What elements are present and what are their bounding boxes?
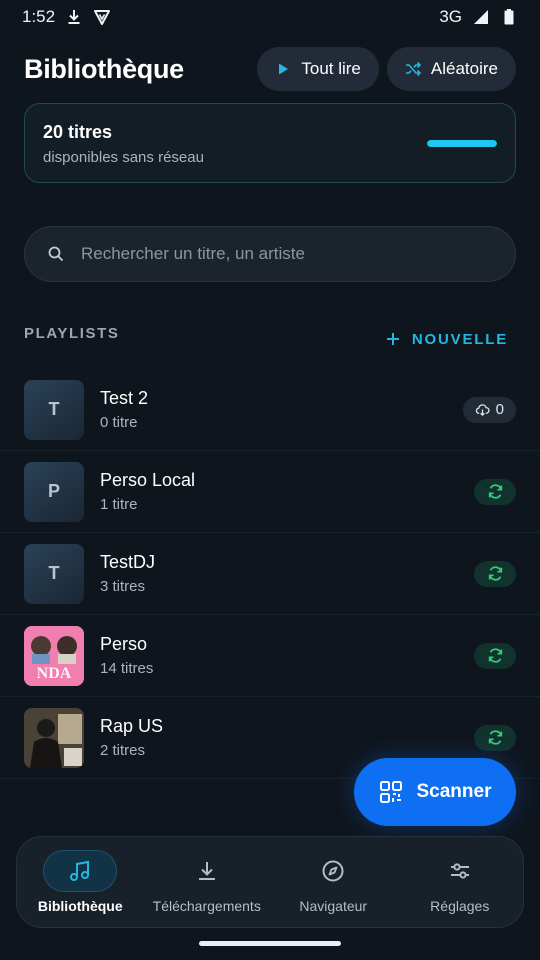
status-bar: 1:52 3G — [0, 0, 540, 34]
photo-artwork-image — [24, 707, 84, 768]
sync-icon — [488, 566, 502, 581]
search-icon — [48, 246, 64, 262]
nav-item-telechargements[interactable]: Téléchargements — [144, 837, 271, 927]
nav-item-reglages[interactable]: Réglages — [397, 837, 524, 927]
scanner-button[interactable]: Scanner — [354, 758, 516, 826]
nav-label: Réglages — [430, 898, 490, 914]
play-all-button[interactable]: Tout lire — [257, 47, 379, 91]
download-icon — [198, 862, 215, 880]
playlist-count: 2 titres — [100, 742, 146, 759]
offline-subtitle: disponibles sans réseau — [43, 149, 204, 166]
nav-icon-wrap — [423, 850, 497, 892]
cloud-download-icon — [475, 404, 490, 417]
header-actions: Tout lire Aléatoire — [257, 47, 516, 91]
playlist-row[interactable]: P Perso Local 1 titre — [0, 451, 540, 533]
playlist-cover: T — [24, 379, 84, 440]
nav-icon-wrap — [170, 850, 244, 892]
sync-icon — [488, 648, 502, 663]
svg-text:NDA: NDA — [37, 665, 72, 682]
playlist-row[interactable]: T Test 2 0 titre 0 — [0, 369, 540, 451]
sliders-icon — [450, 863, 469, 879]
playlists-section-title: PLAYLISTS — [24, 324, 120, 342]
playlist-cover: P — [24, 461, 84, 522]
download-status-icon — [68, 10, 80, 24]
playlist-initial: T — [48, 563, 60, 583]
playlist-name: Rap US — [100, 716, 164, 736]
play-all-label: Tout lire — [301, 59, 361, 78]
status-left: 1:52 — [22, 7, 111, 27]
playlist-initial: T — [48, 399, 60, 419]
playlist-list: T Test 2 0 titre 0 P Perso Local 1 titre — [0, 369, 540, 779]
plus-icon — [386, 333, 399, 345]
playlists-section-header: PLAYLISTS NOUVELLE — [24, 318, 508, 348]
playlist-cover-artwork: NDA — [24, 625, 84, 686]
status-right: 3G — [439, 7, 518, 27]
playlist-cover-artwork — [24, 707, 84, 768]
search-box[interactable] — [24, 226, 516, 282]
new-playlist-label: NOUVELLE — [411, 330, 508, 348]
album-artwork-image: NDA — [24, 625, 84, 686]
bottom-navigation: Bibliothèque Téléchargements Navigateur — [16, 836, 524, 928]
search-input[interactable] — [81, 244, 493, 264]
nav-label: Bibliothèque — [37, 898, 123, 914]
playlist-row[interactable]: NDA Perso 14 titres — [0, 615, 540, 697]
scanner-label: Scanner — [416, 781, 492, 802]
playlist-text: Perso 14 titres — [100, 634, 474, 677]
shuffle-icon — [405, 61, 421, 77]
playlist-text: TestDJ 3 titres — [100, 552, 474, 595]
status-time: 1:52 — [22, 7, 56, 26]
qr-scan-icon — [379, 781, 402, 803]
page-title: Bibliothèque — [24, 53, 184, 84]
offline-progress-fill — [427, 140, 497, 147]
network-type: 3G — [439, 7, 462, 26]
playlist-name: Perso Local — [100, 470, 196, 490]
home-indicator[interactable] — [199, 941, 341, 946]
nav-item-navigateur[interactable]: Navigateur — [270, 837, 397, 927]
playlist-count: 1 titre — [100, 496, 138, 513]
playlist-text: Perso Local 1 titre — [100, 470, 474, 513]
playlist-cover: T — [24, 543, 84, 604]
playlist-text: Test 2 0 titre — [100, 388, 463, 431]
nav-icon-wrap — [43, 850, 118, 892]
nav-item-bibliotheque[interactable]: Bibliothèque — [17, 837, 144, 927]
sync-icon — [488, 484, 502, 499]
playlist-row[interactable]: T TestDJ 3 titres — [0, 533, 540, 615]
playlist-count: 14 titres — [100, 660, 154, 677]
playlist-name: TestDJ — [100, 552, 156, 572]
music-note-icon — [70, 860, 90, 881]
download-badge-count: 0 — [495, 401, 504, 418]
offline-summary-card[interactable]: 20 titres disponibles sans réseau — [24, 103, 516, 183]
sync-badge[interactable] — [474, 642, 516, 669]
nav-label: Téléchargements — [152, 898, 261, 914]
nav-icon-wrap — [296, 850, 370, 892]
nav-label: Navigateur — [299, 898, 368, 914]
compass-icon — [322, 860, 344, 882]
offline-progress-bar — [427, 140, 497, 147]
playlist-count: 0 titre — [100, 414, 138, 431]
download-badge[interactable]: 0 — [462, 396, 516, 423]
sync-badge[interactable] — [474, 478, 516, 505]
vpn-shield-icon — [94, 10, 111, 25]
play-icon — [279, 63, 289, 75]
sync-badge[interactable] — [474, 724, 516, 751]
playlist-count: 3 titres — [100, 578, 146, 595]
header: Bibliothèque Tout lire Aléatoire — [24, 46, 516, 92]
playlist-text: Rap US 2 titres — [100, 716, 474, 759]
sync-badge[interactable] — [474, 560, 516, 587]
shuffle-button[interactable]: Aléatoire — [386, 47, 516, 91]
sync-icon — [488, 730, 502, 745]
playlist-name: Test 2 — [100, 388, 149, 408]
playlist-initial: P — [47, 481, 60, 501]
shuffle-label: Aléatoire — [430, 59, 498, 78]
new-playlist-button[interactable]: NOUVELLE — [386, 331, 508, 348]
battery-icon — [504, 9, 514, 25]
signal-icon — [474, 10, 488, 24]
playlist-name: Perso — [100, 634, 148, 654]
